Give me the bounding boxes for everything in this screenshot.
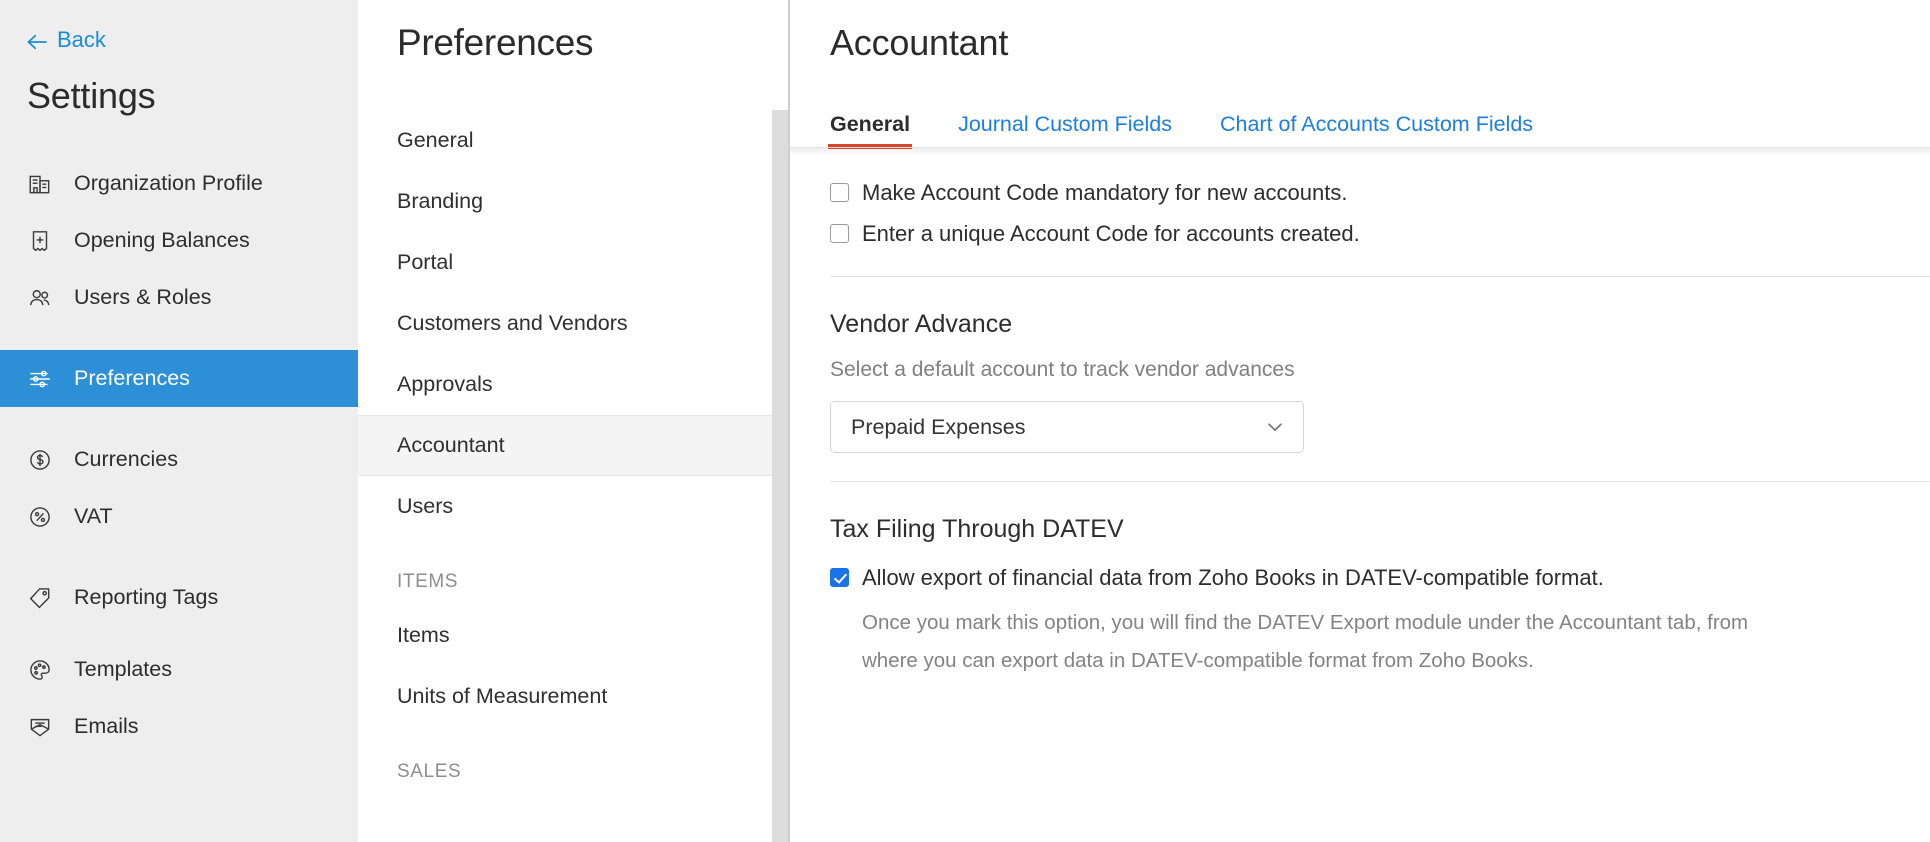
sidebar-item-label: Preferences xyxy=(74,366,190,391)
chevron-down-icon xyxy=(1264,416,1286,438)
sidebar-item-templates[interactable]: Templates xyxy=(0,641,358,698)
preferences-panel-title: Preferences xyxy=(358,0,790,64)
preferences-item-label: Portal xyxy=(397,250,453,275)
back-arrow-icon xyxy=(26,31,48,49)
vendor-advance-heading: Vendor Advance xyxy=(830,310,1930,339)
tab-label: Chart of Accounts Custom Fields xyxy=(1220,112,1533,136)
preferences-item-items[interactable]: Items xyxy=(358,605,790,666)
tabs-bottom-border xyxy=(790,147,1930,148)
datev-help-text: Once you mark this option, you will find… xyxy=(862,604,1797,680)
palette-icon xyxy=(27,657,53,683)
tab-general[interactable]: General xyxy=(830,112,910,148)
preferences-item-portal[interactable]: Portal xyxy=(358,232,790,293)
vendor-advance-account-select[interactable]: Prepaid Expenses xyxy=(830,401,1304,453)
sidebar-nav: Organization Profile Opening Balances xyxy=(0,155,358,755)
preferences-item-accountant[interactable]: Accountant xyxy=(358,415,790,476)
sidebar-spacer xyxy=(0,326,358,350)
percent-circle-icon xyxy=(27,504,53,530)
settings-page: Back Settings Organization Profile xyxy=(0,0,1930,842)
preferences-item-customers-and-vendors[interactable]: Customers and Vendors xyxy=(358,293,790,354)
preferences-item-users[interactable]: Users xyxy=(358,476,790,537)
datev-export-label: Allow export of financial data from Zoho… xyxy=(862,563,1604,592)
vendor-advance-description: Select a default account to track vendor… xyxy=(830,358,1930,382)
tabs-shadow xyxy=(790,148,1930,156)
setting-row-account-code-mandatory: Make Account Code mandatory for new acco… xyxy=(830,178,1930,207)
tab-chart-of-accounts-custom-fields[interactable]: Chart of Accounts Custom Fields xyxy=(1220,112,1533,148)
unique-account-code-label: Enter a unique Account Code for accounts… xyxy=(862,219,1360,248)
preferences-item-label: General xyxy=(397,128,474,153)
settings-title: Settings xyxy=(0,53,358,117)
sidebar-item-emails[interactable]: Emails xyxy=(0,698,358,755)
accountant-detail-panel: Accountant General Journal Custom Fields… xyxy=(790,0,1930,842)
sidebar-item-label: Templates xyxy=(74,657,172,682)
preferences-item-label: Accountant xyxy=(397,433,505,458)
preferences-item-label: Users xyxy=(397,494,453,519)
back-label: Back xyxy=(57,27,106,53)
section-divider xyxy=(830,481,1930,482)
page-title: Accountant xyxy=(790,0,1930,64)
sidebar-item-opening-balances[interactable]: Opening Balances xyxy=(0,212,358,269)
tab-label: Journal Custom Fields xyxy=(958,112,1172,136)
sidebar-spacer xyxy=(0,407,358,431)
tag-icon xyxy=(27,585,53,611)
datev-heading: Tax Filing Through DATEV xyxy=(830,515,1930,544)
users-icon xyxy=(27,285,53,311)
preferences-item-label: Units of Measurement xyxy=(397,684,607,709)
preferences-item-label: Items xyxy=(397,623,450,648)
accountant-general-content: Make Account Code mandatory for new acco… xyxy=(790,156,1930,680)
unique-account-code-checkbox[interactable] xyxy=(830,224,849,243)
preferences-item-label: Approvals xyxy=(397,372,493,397)
building-icon xyxy=(27,171,53,197)
sidebar-item-currencies[interactable]: Currencies xyxy=(0,431,358,488)
preferences-section-heading-sales: SALES xyxy=(358,727,790,795)
back-button[interactable]: Back xyxy=(0,0,358,53)
preferences-item-branding[interactable]: Branding xyxy=(358,171,790,232)
sidebar-spacer xyxy=(0,545,358,569)
envelope-icon xyxy=(27,714,53,740)
datev-export-checkbox[interactable] xyxy=(830,568,849,587)
vendor-advance-account-value: Prepaid Expenses xyxy=(851,415,1026,440)
preferences-item-approvals[interactable]: Approvals xyxy=(358,354,790,415)
sidebar-item-label: Organization Profile xyxy=(74,171,263,196)
sidebar-item-reporting-tags[interactable]: Reporting Tags xyxy=(0,569,358,626)
receipt-plus-icon xyxy=(27,228,53,254)
dollar-circle-icon xyxy=(27,447,53,473)
preferences-item-label: Branding xyxy=(397,189,483,214)
sidebar-item-vat[interactable]: VAT xyxy=(0,488,358,545)
tab-label: General xyxy=(830,112,910,136)
detail-tabs: General Journal Custom Fields Chart of A… xyxy=(790,102,1930,148)
account-code-mandatory-label: Make Account Code mandatory for new acco… xyxy=(862,178,1347,207)
sidebar-item-label: VAT xyxy=(74,504,113,529)
sidebar-item-preferences[interactable]: Preferences xyxy=(0,350,358,407)
sidebar-item-label: Reporting Tags xyxy=(74,585,218,610)
tab-journal-custom-fields[interactable]: Journal Custom Fields xyxy=(958,112,1172,148)
sidebar-item-label: Emails xyxy=(74,714,139,739)
preferences-nav-list: General Branding Portal Customers and Ve… xyxy=(358,110,790,795)
sidebar-item-users-roles[interactable]: Users & Roles xyxy=(0,269,358,326)
sliders-icon xyxy=(27,366,53,392)
settings-sidebar: Back Settings Organization Profile xyxy=(0,0,358,842)
account-code-mandatory-checkbox[interactable] xyxy=(830,183,849,202)
preferences-list-panel: Preferences General Branding Portal Cust… xyxy=(358,0,790,842)
sidebar-spacer xyxy=(0,626,358,641)
sidebar-item-label: Currencies xyxy=(74,447,178,472)
preferences-item-units-of-measurement[interactable]: Units of Measurement xyxy=(358,666,790,727)
section-divider xyxy=(830,276,1930,277)
setting-row-unique-account-code: Enter a unique Account Code for accounts… xyxy=(830,219,1930,248)
sidebar-item-label: Opening Balances xyxy=(74,228,250,253)
preferences-item-general[interactable]: General xyxy=(358,110,790,171)
preferences-section-heading-items: ITEMS xyxy=(358,537,790,605)
sidebar-item-organization-profile[interactable]: Organization Profile xyxy=(0,155,358,212)
sidebar-item-label: Users & Roles xyxy=(74,285,211,310)
setting-row-datev-export: Allow export of financial data from Zoho… xyxy=(830,563,1930,592)
preferences-item-label: Customers and Vendors xyxy=(397,311,628,336)
